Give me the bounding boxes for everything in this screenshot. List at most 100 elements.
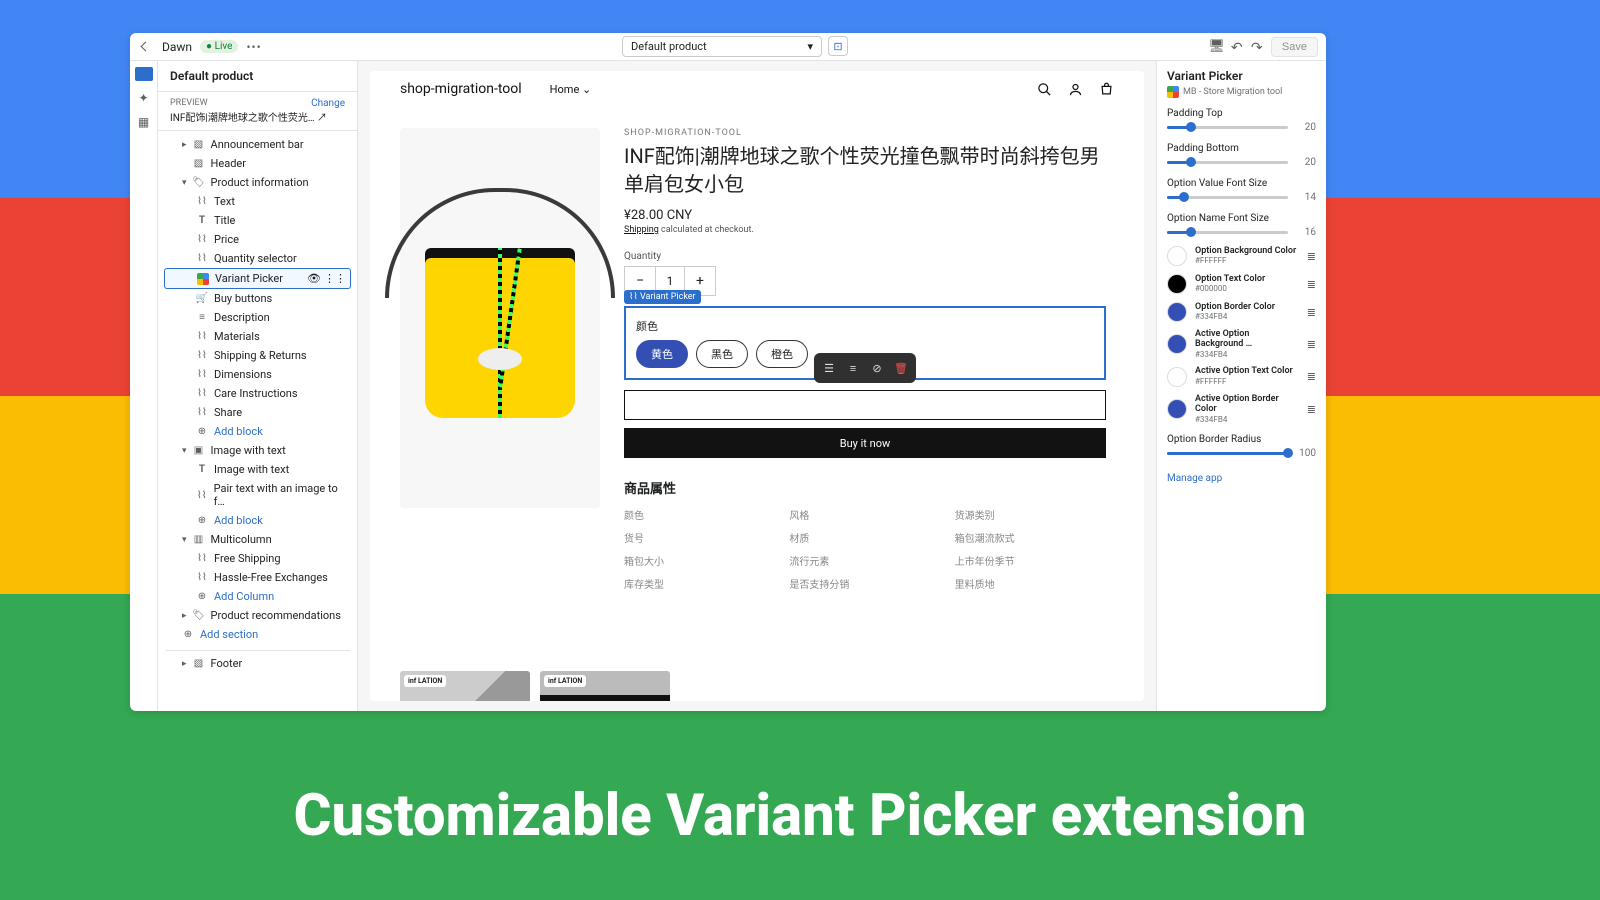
color-setting[interactable]: Active Option Background …#334FB4≣ [1167,330,1316,359]
theme-settings-icon[interactable]: ✦ [138,91,148,105]
tree-price[interactable]: ⌇⌇Price [164,230,351,249]
manage-app-link[interactable]: Manage app [1167,473,1222,484]
buy-now-button[interactable]: Buy it now [624,428,1106,458]
layers-icon[interactable]: ≣ [1307,338,1316,351]
layers-icon[interactable]: ≣ [1307,250,1316,263]
delete-icon[interactable]: 🗑 [891,358,911,378]
color-setting[interactable]: Option Border Color#334FB4≣ [1167,302,1316,322]
add-section[interactable]: ⊕Add section [164,625,351,644]
tree-description[interactable]: ≡Description [164,308,351,327]
attrs-heading: 商品属性 [624,478,1106,497]
attr-cell: 颜色 [624,507,775,522]
tree-pair[interactable]: ⌇⌇Pair text with an image to f… [164,479,351,511]
tree-care[interactable]: ⌇⌇Care Instructions [164,384,351,403]
chevron-down-icon: ▾ [807,40,813,53]
border-radius-slider[interactable]: 100 [1167,448,1316,459]
thumbnail-2[interactable]: inf LATION [540,671,670,701]
tree-dimensions[interactable]: ⌇⌇Dimensions [164,365,351,384]
thumbnail-1[interactable]: inf LATIONinf LATION [400,671,530,701]
padding-bottom-slider[interactable]: 20 [1167,157,1316,168]
cart-icon[interactable] [1099,82,1114,97]
save-button[interactable]: Save [1271,37,1318,57]
hide-icon[interactable]: ⊘ [867,358,887,378]
home-link[interactable]: Home ⌄ [550,83,592,96]
nav-rail: ✦ ▦ [130,61,158,711]
color-setting[interactable]: Option Background Color#FFFFFF≣ [1167,246,1316,266]
undo-icon[interactable]: ↶ [1231,40,1245,54]
layers-icon[interactable]: ≣ [1307,306,1316,319]
attr-grid: 颜色风格货源类别货号材质箱包潮流款式箱包大小流行元素上市年份季节库存类型是否支持… [624,507,1106,591]
color-swatch[interactable] [1167,334,1187,354]
tree-prod-recs[interactable]: ▸🏷Product recommendations [164,606,351,625]
add-column[interactable]: ⊕Add Column [164,587,351,606]
store-name[interactable]: shop-migration-tool [400,81,522,97]
layers-icon[interactable]: ≣ [1307,370,1316,383]
app-attribution: MB - Store Migration tool [1167,86,1316,98]
color-swatch[interactable] [1167,302,1187,322]
eye-icon[interactable]: 👁 [307,272,321,285]
redo-icon[interactable]: ↷ [1251,40,1265,54]
app-window: Dawn ● Live ••• Default product▾ ⊡ 🖥 ↶ ↷… [130,33,1326,711]
template-dropdown[interactable]: Default product▾ [622,36,822,57]
option-black[interactable]: 黑色 [696,340,748,368]
tree-announcement-bar[interactable]: ▸▧Announcement bar [164,135,351,154]
tree-img-block[interactable]: TImage with text [164,460,351,479]
tree-shipping[interactable]: ⌇⌇Shipping & Returns [164,346,351,365]
attr-cell: 是否支持分销 [789,576,940,591]
product-details: SHOP-MIGRATION-TOOL INF配饰|潮牌地球之歌个性荧光撞色飘带… [624,128,1114,681]
color-swatch[interactable] [1167,367,1187,387]
tree-share[interactable]: ⌇⌇Share [164,403,351,422]
move-up-icon[interactable]: ☰ [819,358,839,378]
back-icon[interactable] [138,39,154,55]
more-menu[interactable]: ••• [246,40,261,54]
tree-header[interactable]: ▸▧Header [164,154,351,173]
padding-top-slider[interactable]: 20 [1167,122,1316,133]
left-panel: Default product PREVIEW Change INF配饰|潮牌地… [158,61,358,711]
search-icon[interactable] [1037,82,1052,97]
theme-name: Dawn [162,40,192,54]
add-block-2[interactable]: ⊕Add block [164,511,351,530]
color-swatch[interactable] [1167,399,1187,419]
move-down-icon[interactable]: ≡ [843,358,863,378]
tree-image-text[interactable]: ▾▣Image with text [164,441,351,460]
option-yellow[interactable]: 黄色 [636,340,688,368]
external-link-icon[interactable]: ↗ [317,113,327,124]
opt-name-font-slider[interactable]: 16 [1167,227,1316,238]
layers-icon[interactable]: ≣ [1307,278,1316,291]
tree-buy-buttons[interactable]: 🛒Buy buttons [164,289,351,308]
tree-text[interactable]: ⌇⌇Text [164,192,351,211]
tree-title[interactable]: TTitle [164,211,351,230]
option-name: 颜色 [636,318,1094,334]
color-swatch[interactable] [1167,274,1187,294]
color-setting[interactable]: Active Option Text Color#FFFFFF≣ [1167,367,1316,387]
tree-variant-picker[interactable]: Variant Picker👁⋮⋮ [164,268,351,289]
account-icon[interactable] [1068,82,1083,97]
tree-qty[interactable]: ⌇⌇Quantity selector [164,249,351,268]
opt-val-font-slider[interactable]: 14 [1167,192,1316,203]
color-swatch[interactable] [1167,246,1187,266]
add-block[interactable]: ⊕Add block [164,422,351,441]
attr-cell: 风格 [789,507,940,522]
sections-tab-icon[interactable] [135,67,153,81]
price: ¥28.00 CNY [624,208,1106,223]
chevron-down-icon: ⌄ [582,83,591,96]
layers-icon[interactable]: ≣ [1307,403,1316,416]
add-to-cart-button[interactable]: ☰ ≡ ⊘ 🗑 [624,390,1106,420]
apps-icon[interactable]: ▦ [138,115,149,129]
desktop-view-icon[interactable]: 🖥 [1208,39,1225,54]
tree-footer[interactable]: ▸▧Footer [164,650,351,673]
tree-product-info[interactable]: ▾🏷Product information [164,173,351,192]
tree-materials[interactable]: ⌇⌇Materials [164,327,351,346]
color-setting[interactable]: Active Option Border Color#334FB4≣ [1167,395,1316,424]
tree-multicolumn[interactable]: ▾▥Multicolumn [164,530,351,549]
color-setting[interactable]: Option Text Color#000000≣ [1167,274,1316,294]
tree-free-ship[interactable]: ⌇⌇Free Shipping [164,549,351,568]
tree-hassle[interactable]: ⌇⌇Hassle-Free Exchanges [164,568,351,587]
vendor: SHOP-MIGRATION-TOOL [624,128,1106,138]
inspector-icon[interactable]: ⊡ [828,36,848,56]
option-orange[interactable]: 橙色 [756,340,808,368]
change-preview-link[interactable]: Change [311,98,345,109]
attr-cell: 上市年份季节 [955,553,1106,568]
product-title: INF配饰|潮牌地球之歌个性荧光撞色飘带时尚斜挎包男单肩包女小包 [624,142,1106,198]
drag-handle-icon[interactable]: ⋮⋮ [324,272,346,285]
